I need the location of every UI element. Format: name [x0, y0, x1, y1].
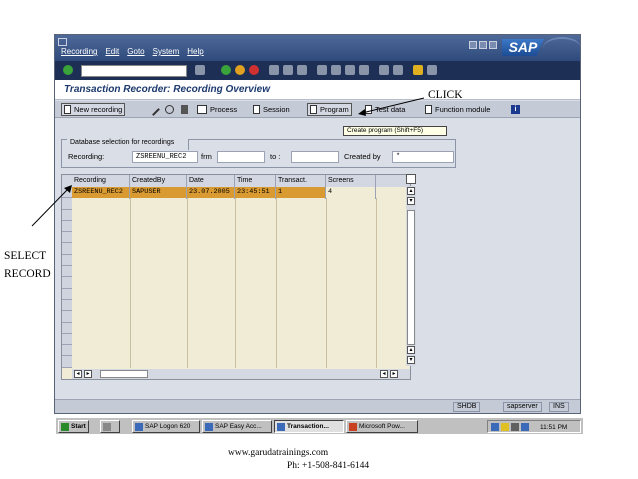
- click-arrow-line: [361, 97, 425, 114]
- footer-website: www.garudatrainings.com: [228, 448, 329, 458]
- annotation-arrows: [31, 97, 425, 227]
- footer-phone: Ph: +1-508-841-6144: [287, 461, 370, 471]
- select-arrow-line: [31, 188, 69, 227]
- slide: Recording Edit Goto System Help SAP Tran…: [0, 0, 638, 479]
- click-arrow-head: [358, 109, 366, 116]
